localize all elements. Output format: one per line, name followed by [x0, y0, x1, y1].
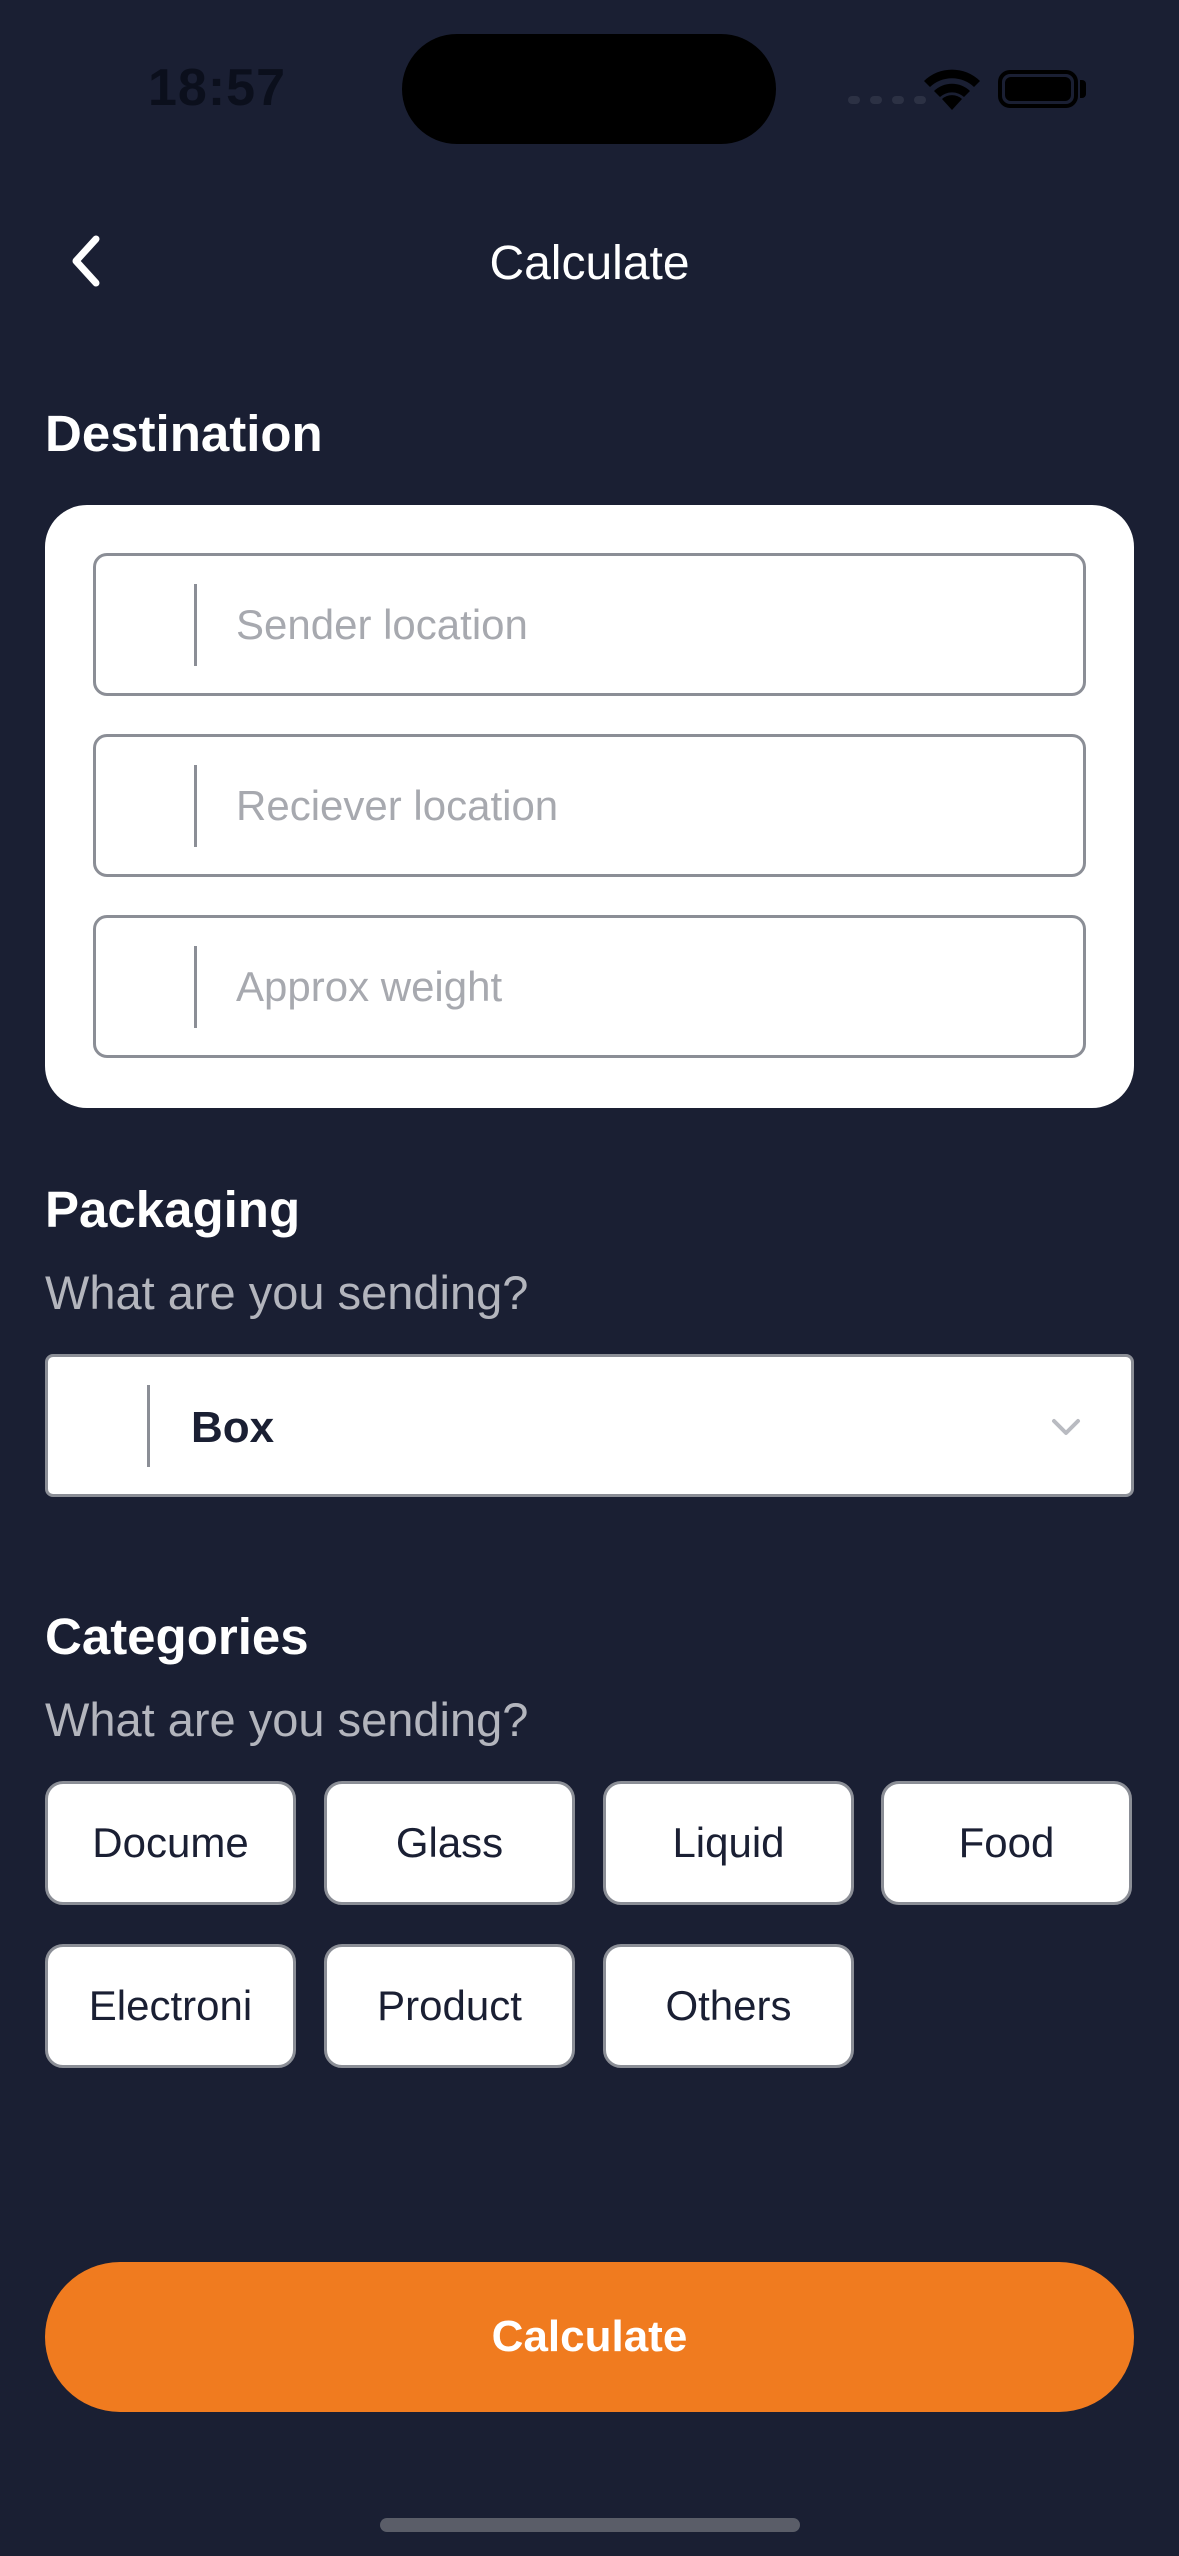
approx-weight-input[interactable]	[236, 918, 1066, 1055]
chevron-down-icon	[1052, 1419, 1080, 1435]
calculate-button[interactable]: Calculate	[45, 2262, 1134, 2412]
wifi-icon	[924, 69, 980, 110]
category-chip-liquid[interactable]: Liquid	[603, 1781, 854, 1905]
home-indicator[interactable]	[380, 2518, 800, 2532]
category-chip-product[interactable]: Product	[324, 1944, 575, 2068]
categories-subtitle: What are you sending?	[45, 1693, 529, 1746]
field-divider	[194, 765, 197, 847]
receiver-location-field[interactable]	[93, 734, 1086, 877]
field-divider	[194, 584, 197, 666]
select-divider	[147, 1385, 150, 1467]
page-title: Calculate	[489, 237, 690, 290]
category-chip-electronics[interactable]: Electroni	[45, 1944, 296, 2068]
dynamic-island	[402, 34, 776, 144]
battery-tip	[1080, 80, 1086, 98]
approx-weight-field[interactable]	[93, 915, 1086, 1058]
field-divider	[194, 946, 197, 1028]
categories-heading: Categories	[45, 1608, 309, 1665]
destination-card	[45, 505, 1134, 1108]
packaging-selected-value: Box	[191, 1403, 275, 1452]
sender-location-input[interactable]	[236, 556, 1066, 693]
category-chip-food[interactable]: Food	[881, 1781, 1132, 1905]
packaging-heading: Packaging	[45, 1181, 301, 1238]
cellular-signal-icon	[848, 96, 926, 104]
battery-icon	[998, 70, 1078, 108]
packaging-select[interactable]: Box	[45, 1354, 1134, 1497]
status-time: 18:57	[148, 59, 286, 117]
sender-location-field[interactable]	[93, 553, 1086, 696]
category-chip-others[interactable]: Others	[603, 1944, 854, 2068]
category-chip-glass[interactable]: Glass	[324, 1781, 575, 1905]
destination-heading: Destination	[45, 405, 323, 462]
receiver-location-input[interactable]	[236, 737, 1066, 874]
category-chip-documents[interactable]: Docume	[45, 1781, 296, 1905]
packaging-subtitle: What are you sending?	[45, 1266, 529, 1319]
